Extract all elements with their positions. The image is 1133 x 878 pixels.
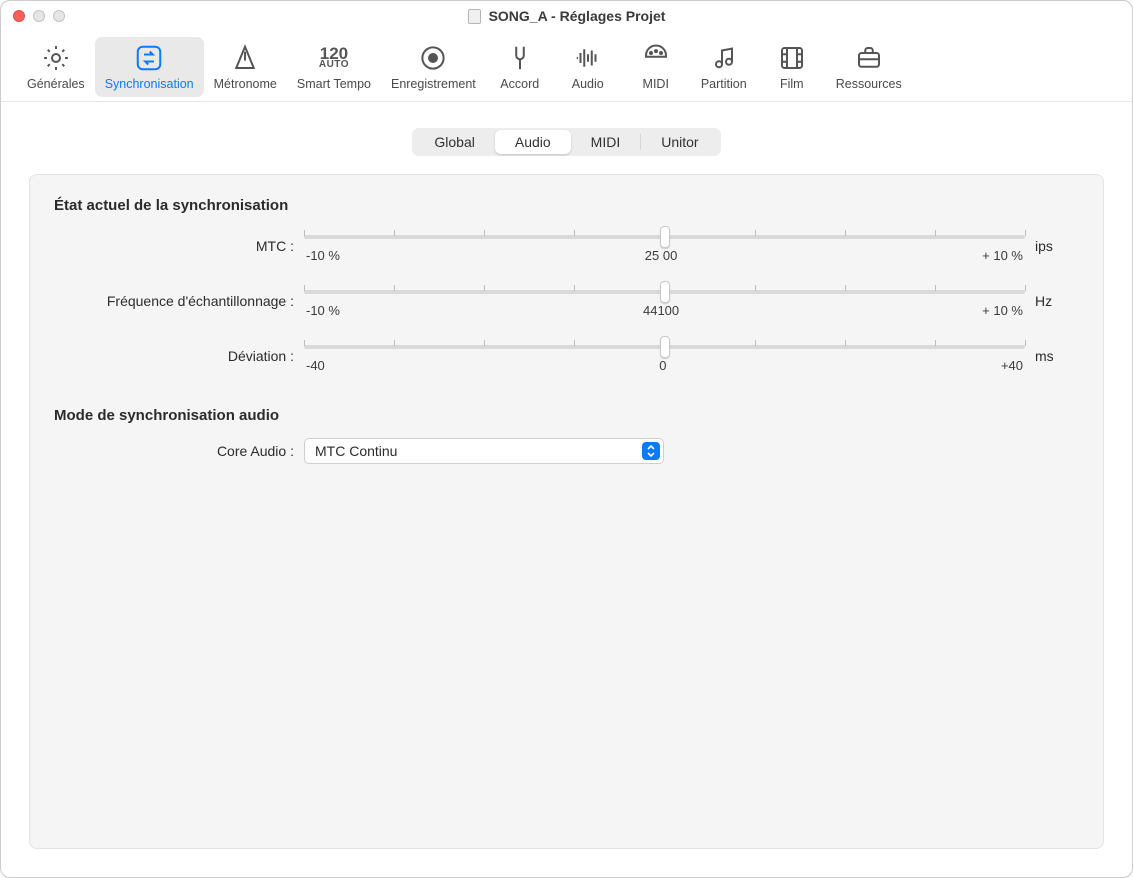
- toolbar-general-label: Générales: [27, 77, 85, 91]
- midi-icon: [639, 41, 673, 75]
- sync-subtabs: Global Audio MIDI Unitor: [412, 128, 720, 156]
- select-stepper-icon: [642, 442, 660, 460]
- row-core-audio: Core Audio : MTC Continu: [54, 438, 1079, 464]
- metronome-icon: [228, 41, 262, 75]
- tab-global[interactable]: Global: [414, 130, 494, 154]
- mtc-scale-right: + 10 %: [982, 248, 1023, 263]
- film-icon: [775, 41, 809, 75]
- mtc-scale-left: -10 %: [306, 248, 340, 263]
- gear-icon: [39, 41, 73, 75]
- briefcase-icon: [852, 41, 886, 75]
- document-icon: [468, 9, 481, 24]
- window-title-text: SONG_A - Réglages Projet: [489, 8, 666, 24]
- mtc-label: MTC :: [54, 238, 294, 254]
- window-close-button[interactable]: [13, 10, 25, 22]
- deviation-unit: ms: [1035, 348, 1079, 364]
- toolbar-recording-label: Enregistrement: [391, 77, 476, 91]
- toolbar-tuning-label: Accord: [500, 77, 539, 91]
- window-title: SONG_A - Réglages Projet: [1, 8, 1132, 24]
- traffic-lights: [13, 10, 65, 22]
- samplerate-slider[interactable]: [304, 283, 1025, 301]
- samplerate-label: Fréquence d'échantillonnage :: [54, 293, 294, 309]
- toolbar-score[interactable]: Partition: [690, 37, 758, 97]
- core-audio-select[interactable]: MTC Continu: [304, 438, 664, 464]
- toolbar-audio[interactable]: Audio: [554, 37, 622, 97]
- sync-icon: [132, 41, 166, 75]
- toolbar-synchronization-label: Synchronisation: [105, 77, 194, 91]
- core-audio-label: Core Audio :: [54, 443, 294, 459]
- toolbar-movie[interactable]: Film: [758, 37, 826, 97]
- samplerate-scale-left: -10 %: [306, 303, 340, 318]
- toolbar-tuning[interactable]: Accord: [486, 37, 554, 97]
- content-area: Global Audio MIDI Unitor État actuel de …: [1, 102, 1132, 877]
- deviation-label: Déviation :: [54, 348, 294, 364]
- toolbar-audio-label: Audio: [572, 77, 604, 91]
- toolbar-metronome-label: Métronome: [214, 77, 277, 91]
- toolbar: Générales Synchronisation Métronome: [1, 31, 1132, 102]
- toolbar-general[interactable]: Générales: [17, 37, 95, 97]
- toolbar-smart-tempo-label: Smart Tempo: [297, 77, 371, 91]
- toolbar-assets-label: Ressources: [836, 77, 902, 91]
- samplerate-scale-right: + 10 %: [982, 303, 1023, 318]
- tab-unitor[interactable]: Unitor: [641, 130, 718, 154]
- toolbar-midi[interactable]: MIDI: [622, 37, 690, 97]
- score-icon: [707, 41, 741, 75]
- toolbar-assets[interactable]: Ressources: [826, 37, 912, 97]
- toolbar-metronome[interactable]: Métronome: [204, 37, 287, 97]
- toolbar-recording[interactable]: Enregistrement: [381, 37, 486, 97]
- project-settings-window: SONG_A - Réglages Projet Générales Synch…: [0, 0, 1133, 878]
- window-zoom-button[interactable]: [53, 10, 65, 22]
- section-sync-status: État actuel de la synchronisation: [54, 197, 1079, 214]
- window-minimize-button[interactable]: [33, 10, 45, 22]
- mtc-unit: ips: [1035, 238, 1079, 254]
- tuning-fork-icon: [503, 41, 537, 75]
- deviation-scale-right: +40: [1001, 358, 1023, 373]
- toolbar-midi-label: MIDI: [643, 77, 669, 91]
- tab-audio[interactable]: Audio: [495, 130, 571, 154]
- row-mtc: MTC : -10 % 25 00 + 10 % ips: [54, 228, 1079, 263]
- deviation-slider-thumb[interactable]: [660, 336, 670, 358]
- settings-panel: État actuel de la synchronisation MTC : …: [29, 174, 1104, 849]
- toolbar-movie-label: Film: [780, 77, 804, 91]
- mtc-slider-thumb[interactable]: [660, 226, 670, 248]
- samplerate-scale-center: 44100: [643, 303, 679, 318]
- tab-midi[interactable]: MIDI: [571, 130, 641, 154]
- record-icon: [416, 41, 450, 75]
- samplerate-slider-thumb[interactable]: [660, 281, 670, 303]
- section-sync-mode: Mode de synchronisation audio: [54, 407, 1079, 424]
- deviation-scale-center: 0: [659, 358, 666, 373]
- toolbar-smart-tempo[interactable]: 120 AUTO Smart Tempo: [287, 37, 381, 97]
- toolbar-score-label: Partition: [701, 77, 747, 91]
- waveform-icon: [571, 41, 605, 75]
- mtc-slider[interactable]: [304, 228, 1025, 246]
- smart-tempo-icon: 120 AUTO: [317, 41, 351, 75]
- deviation-slider[interactable]: [304, 338, 1025, 356]
- toolbar-synchronization[interactable]: Synchronisation: [95, 37, 204, 97]
- samplerate-unit: Hz: [1035, 293, 1079, 309]
- row-samplerate: Fréquence d'échantillonnage : -10 % 4410…: [54, 283, 1079, 318]
- row-deviation: Déviation : -40 0 +40 ms: [54, 338, 1079, 373]
- mtc-scale-center: 25 00: [645, 248, 678, 263]
- core-audio-value: MTC Continu: [315, 443, 397, 459]
- titlebar: SONG_A - Réglages Projet: [1, 1, 1132, 31]
- deviation-scale-left: -40: [306, 358, 325, 373]
